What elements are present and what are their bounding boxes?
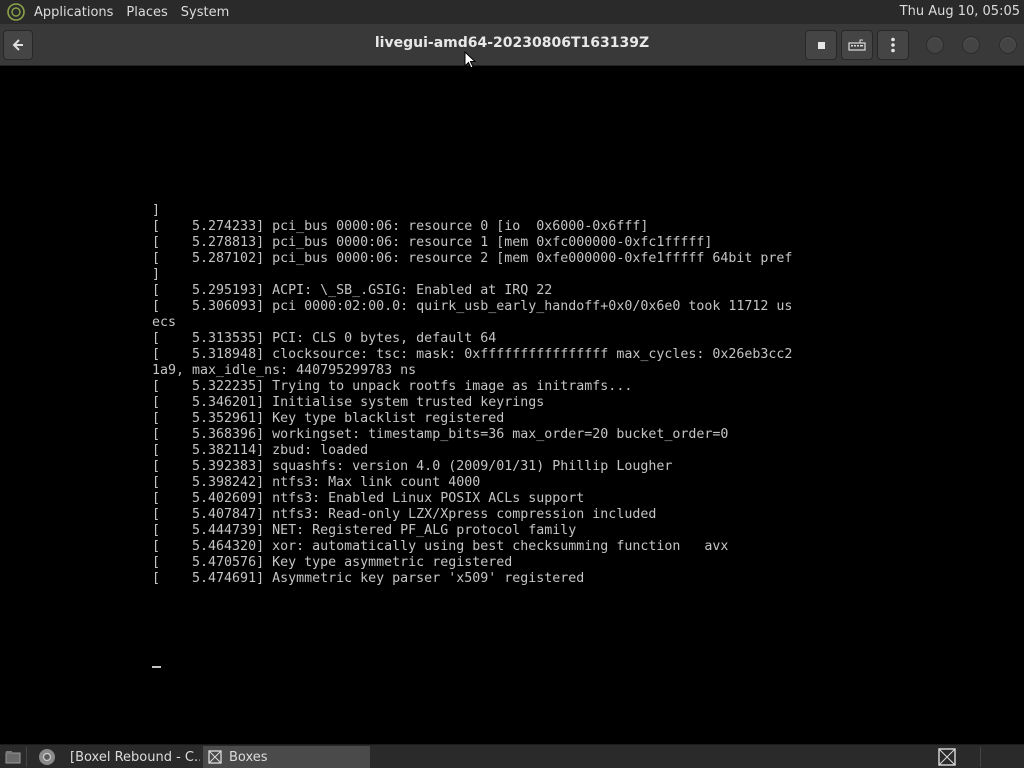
- system-menu[interactable]: System: [181, 5, 238, 20]
- console-line: [ 5.352961] Key type blacklist registere…: [152, 411, 505, 426]
- boxes-headerbar: livegui-amd64-20230806T163139Z: [0, 24, 1024, 66]
- task-label: [Boxel Rebound - C...: [70, 749, 200, 765]
- maximize-button[interactable]: [962, 36, 980, 54]
- menu-button[interactable]: [877, 30, 909, 60]
- console-line: [ 5.313535] PCI: CLS 0 bytes, default 64: [152, 331, 497, 346]
- console-line: [ 5.407847] ntfs3: Read-only LZX/Xpress …: [152, 507, 657, 522]
- console-line: [ 5.402609] ntfs3: Enabled Linux POSIX A…: [152, 491, 585, 506]
- console-line: [ 5.295193] ACPI: \_SB_.GSIG: Enabled at…: [152, 283, 553, 298]
- taskbar-task-chrome[interactable]: [Boxel Rebound - C...: [60, 746, 200, 768]
- keyboard-icon: [848, 39, 866, 51]
- console-line: [ 5.274233] pci_bus 0000:06: resource 0 …: [152, 219, 649, 234]
- taskbar-separator: [980, 747, 981, 767]
- console-line: [ 5.392383] squashfs: version 4.0 (2009/…: [152, 459, 673, 474]
- console-line: [ 5.464320] xor: automatically using bes…: [152, 539, 729, 554]
- bottom-taskbar: [Boxel Rebound - C... Boxes: [0, 744, 1024, 768]
- stop-square-icon: [817, 41, 825, 49]
- close-button[interactable]: [999, 36, 1017, 54]
- chrome-icon[interactable]: [38, 748, 56, 766]
- vm-display[interactable]: ][ 5.274233] pci_bus 0000:06: resource 0…: [0, 67, 1024, 744]
- task-label: Boxes: [229, 749, 268, 765]
- distro-logo-icon[interactable]: [6, 2, 26, 22]
- console-line: [ 5.287102] pci_bus 0000:06: resource 2 …: [152, 251, 793, 266]
- console-line: ecs: [152, 315, 177, 330]
- boxes-icon: [208, 750, 222, 764]
- minimize-button[interactable]: [926, 36, 944, 54]
- keyboard-button[interactable]: [841, 30, 873, 60]
- text-cursor: [152, 666, 161, 668]
- console-line: 1a9, max_idle_ns: 440795299783 ns: [152, 363, 417, 378]
- console-output: ][ 5.274233] pci_bus 0000:06: resource 0…: [152, 203, 892, 587]
- console-line: [ 5.398242] ntfs3: Max link count 4000: [152, 475, 481, 490]
- console-line: [ 5.278813] pci_bus 0000:06: resource 1 …: [152, 235, 713, 250]
- console-line: [ 5.306093] pci 0000:02:00.0: quirk_usb_…: [152, 299, 793, 314]
- send-keys-button[interactable]: [805, 30, 837, 60]
- vertical-dots-icon: [891, 37, 895, 53]
- applications-menu[interactable]: Applications: [34, 5, 122, 20]
- top-panel: Applications Places System Thu Aug 10, 0…: [0, 0, 1024, 24]
- boxes-tray-icon[interactable]: [937, 747, 957, 767]
- file-manager-icon[interactable]: [4, 748, 22, 766]
- console-line: [ 5.322235] Trying to unpack rootfs imag…: [152, 379, 633, 394]
- console-line: [ 5.318948] clocksource: tsc: mask: 0xff…: [152, 347, 793, 362]
- console-line: [ 5.382114] zbud: loaded: [152, 443, 369, 458]
- console-line: ]: [152, 203, 161, 218]
- console-line: [ 5.474691] Asymmetric key parser 'x509'…: [152, 571, 585, 586]
- console-line: ]: [152, 267, 161, 282]
- console-line: [ 5.368396] workingset: timestamp_bits=3…: [152, 427, 729, 442]
- taskbar-separator: [26, 747, 27, 767]
- console-line: [ 5.470576] Key type asymmetric register…: [152, 555, 513, 570]
- taskbar-task-boxes[interactable]: Boxes: [203, 746, 370, 768]
- clock[interactable]: Thu Aug 10, 05:05: [900, 4, 1020, 19]
- console-line: [ 5.346201] Initialise system trusted ke…: [152, 395, 545, 410]
- places-menu[interactable]: Places: [126, 5, 176, 20]
- console-line: [ 5.444739] NET: Registered PF_ALG proto…: [152, 523, 577, 538]
